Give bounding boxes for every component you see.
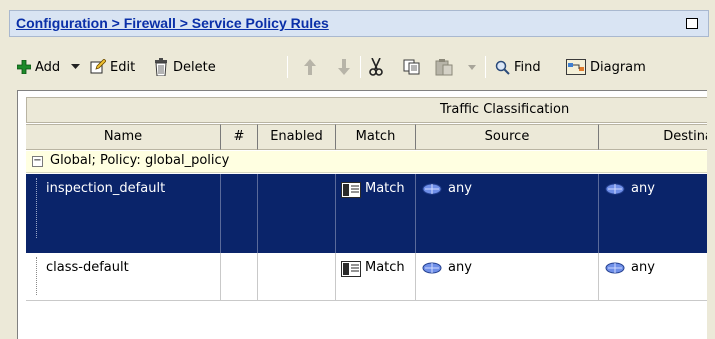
rule-name: class-default: [46, 260, 129, 275]
cell-number: [221, 174, 258, 253]
network-object-icon: [422, 262, 442, 274]
add-icon: [17, 60, 31, 74]
edit-button[interactable]: Edit: [90, 56, 135, 78]
tree-guide-line: [36, 257, 37, 295]
service-policy-table: Traffic Classification Name # Enabled Ma…: [17, 90, 707, 339]
diagram-button[interactable]: Diagram: [566, 56, 646, 78]
column-group-header: Traffic Classification: [26, 97, 707, 123]
destination-value: any: [631, 181, 655, 196]
column-header-destination-label: Destinat: [663, 129, 707, 144]
source-value: any: [448, 181, 472, 196]
column-header-source[interactable]: Source: [416, 124, 599, 150]
copy-button[interactable]: [403, 56, 425, 78]
move-up-button[interactable]: [303, 56, 321, 78]
policy-group-label: Global; Policy: global_policy: [50, 153, 230, 168]
edit-icon: [90, 59, 106, 74]
network-object-icon: [605, 262, 625, 274]
toolbar-separator: [360, 56, 361, 78]
tree-guide-line: [36, 178, 37, 238]
cell-destination: any: [599, 174, 707, 253]
cell-number: [221, 253, 258, 300]
cut-button[interactable]: [369, 56, 387, 78]
network-object-icon: [422, 183, 442, 195]
edit-label: Edit: [110, 59, 136, 75]
diagram-label: Diagram: [590, 59, 646, 75]
toolbar-separator: [485, 56, 486, 78]
match-icon: [341, 261, 361, 277]
cell-match: Match: [336, 174, 416, 253]
traffic-classification-header: Traffic Classification: [440, 102, 570, 117]
add-dropdown-arrow[interactable]: [71, 56, 84, 78]
cell-name: class-default: [26, 253, 221, 300]
service-policy-panel: Configuration > Firewall > Service Polic…: [0, 0, 715, 339]
chevron-down-icon: [71, 64, 80, 69]
trash-icon: [155, 58, 167, 76]
scissors-icon: [369, 58, 383, 76]
add-label: Add: [35, 59, 61, 75]
chevron-down-icon: [468, 64, 476, 70]
paste-button[interactable]: [435, 56, 457, 78]
toolbar-separator: [287, 56, 288, 78]
column-header-destination[interactable]: Destinat: [599, 124, 707, 150]
move-down-button[interactable]: [337, 56, 355, 78]
paste-dropdown-arrow[interactable]: [468, 56, 480, 78]
cell-destination: any: [599, 253, 707, 300]
find-button[interactable]: Find: [495, 56, 541, 78]
column-header-enabled[interactable]: Enabled: [258, 124, 336, 150]
network-object-icon: [605, 183, 625, 195]
match-label: Match: [365, 181, 405, 196]
rule-name: inspection_default: [46, 181, 166, 196]
delete-button[interactable]: Delete: [153, 56, 216, 78]
policy-group-row[interactable]: − Global; Policy: global_policy: [26, 151, 707, 173]
source-value: any: [448, 260, 472, 275]
table-row[interactable]: class-default Match any any: [26, 253, 707, 301]
add-button[interactable]: Add: [17, 56, 60, 78]
table-row[interactable]: inspection_default Match any any: [26, 174, 707, 253]
breadcrumb[interactable]: Configuration > Firewall > Service Polic…: [16, 15, 329, 31]
column-header-name[interactable]: Name: [26, 124, 221, 150]
cell-source: any: [416, 174, 599, 253]
cell-enabled: [258, 253, 336, 300]
copy-icon: [403, 59, 420, 75]
diagram-icon: [566, 59, 586, 75]
toolbar: Add Edit Delete Find Diagram: [17, 48, 707, 84]
cell-name: inspection_default: [26, 174, 221, 253]
panel-title-bar: Configuration > Firewall > Service Polic…: [9, 10, 709, 37]
clipboard-icon: [435, 59, 453, 76]
maximize-button[interactable]: [686, 18, 698, 29]
collapse-toggle[interactable]: −: [32, 156, 43, 167]
arrow-up-icon: [304, 59, 316, 75]
find-label: Find: [514, 59, 541, 75]
column-header-number[interactable]: #: [221, 124, 258, 150]
delete-label: Delete: [173, 59, 216, 75]
match-icon: [341, 182, 361, 198]
cell-enabled: [258, 174, 336, 253]
cell-source: any: [416, 253, 599, 300]
column-header-match[interactable]: Match: [336, 124, 416, 150]
match-label: Match: [365, 260, 405, 275]
arrow-down-icon: [338, 59, 350, 75]
magnifier-icon: [495, 60, 510, 75]
cell-match: Match: [336, 253, 416, 300]
destination-value: any: [631, 260, 655, 275]
